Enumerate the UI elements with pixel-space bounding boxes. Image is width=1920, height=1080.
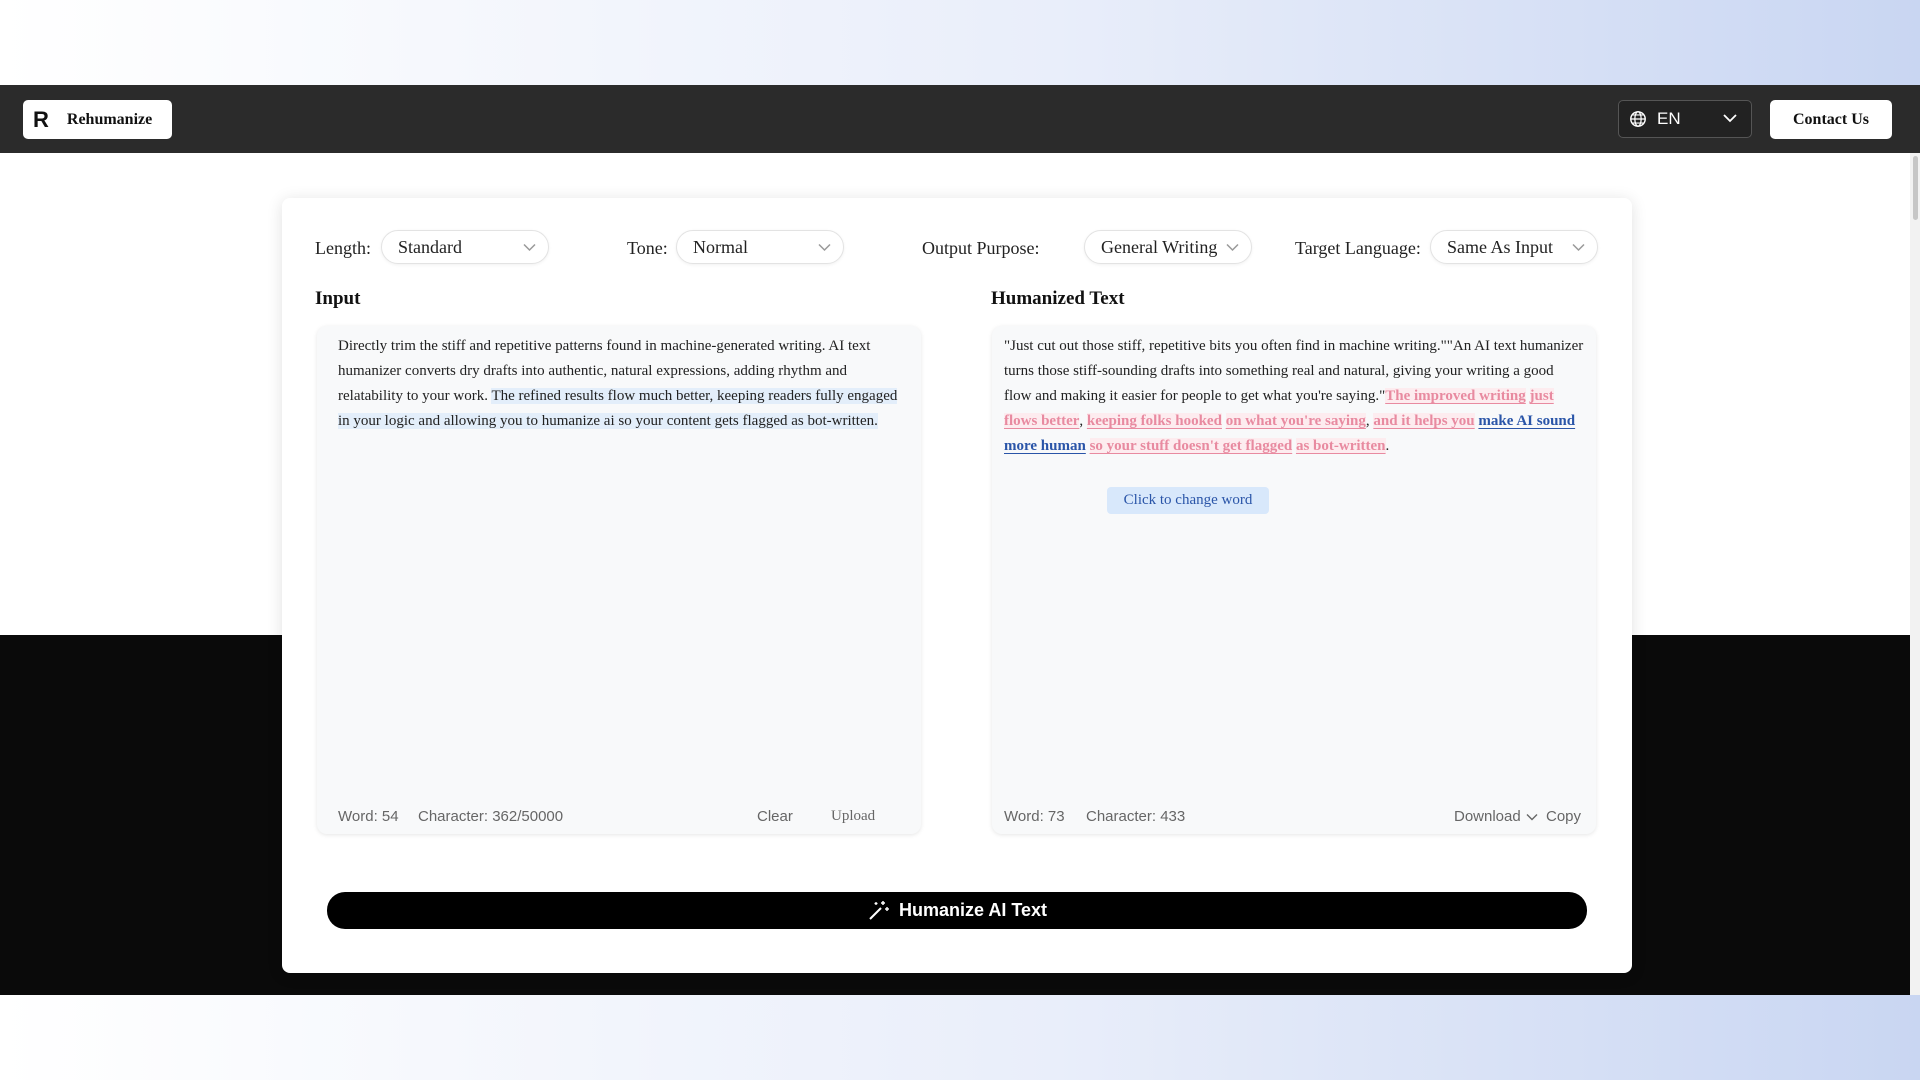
segment[interactable]: so your stuff doesn't get flagged (1089, 438, 1293, 454)
top-navbar: R Rehumanize EN Contact Us (0, 85, 1920, 153)
output-character-count: Character: 433 (1086, 808, 1186, 825)
input-panel: Directly trim the stiff and repetitive p… (317, 326, 921, 834)
segment[interactable]: The improved writing (1385, 388, 1526, 404)
humanized-text: "Just cut out those stiff, repetitive bi… (1004, 338, 1584, 454)
input-character-count: Character: 362/50000 (418, 808, 564, 825)
contact-us-button[interactable]: Contact Us (1770, 100, 1892, 139)
input-title: Input (315, 288, 361, 309)
length-label: Length: (315, 238, 371, 258)
tone-select[interactable]: Normal (676, 230, 844, 264)
output-word-count: Word: 73 (1004, 808, 1065, 825)
chevron-down-icon (1723, 114, 1737, 123)
output-purpose-value: General Writing (1101, 236, 1218, 257)
magic-wand-icon (867, 900, 889, 922)
scrollbar-thumb[interactable] (1913, 156, 1918, 220)
upload-button[interactable]: Upload (831, 808, 875, 825)
tone-label: Tone: (627, 238, 668, 258)
tone-value: Normal (693, 236, 748, 257)
download-button[interactable]: Download (1454, 808, 1538, 825)
output-title: Humanized Text (991, 288, 1125, 309)
target-language-value: Same As Input (1447, 236, 1553, 257)
humanize-button[interactable]: Humanize AI Text (327, 892, 1587, 929)
brand-logo[interactable]: R Rehumanize (23, 100, 172, 139)
humanize-label: Humanize AI Text (898, 900, 1048, 920)
input-textarea[interactable]: Directly trim the stiff and repetitive p… (338, 334, 903, 434)
target-language-select[interactable]: Same As Input (1430, 230, 1598, 264)
logo-icon: R (33, 106, 49, 132)
output-panel: "Just cut out those stiff, repetitive bi… (992, 326, 1596, 834)
brand-name: Rehumanize (66, 110, 153, 128)
segment[interactable]: and it helps you (1373, 413, 1475, 429)
segment[interactable]: keeping folks hooked (1086, 413, 1222, 429)
change-word-tooltip[interactable]: Click to change word (1107, 487, 1269, 514)
input-word-count: Word: 54 (338, 808, 399, 825)
chevron-down-icon (818, 243, 831, 252)
output-purpose-label: Output Purpose: (922, 238, 1040, 258)
segment[interactable]: as bot-written (1295, 438, 1386, 454)
globe-icon (1630, 111, 1646, 127)
output-purpose-select[interactable]: General Writing (1084, 230, 1252, 264)
copy-button[interactable]: Copy (1546, 808, 1581, 825)
language-selector[interactable]: EN (1618, 100, 1752, 138)
humanizer-card: Length: Standard Tone: Normal Output Pur… (282, 198, 1632, 973)
chevron-down-icon (1572, 243, 1585, 252)
segment[interactable]: on what you're saying (1225, 413, 1366, 429)
download-label: Download (1454, 808, 1521, 825)
scrollbar[interactable] (1910, 153, 1920, 995)
length-select[interactable]: Standard (381, 230, 549, 264)
chevron-down-icon (1226, 243, 1239, 252)
clear-button[interactable]: Clear (757, 808, 793, 825)
chevron-down-icon (523, 243, 536, 252)
length-value: Standard (398, 236, 462, 257)
chevron-down-icon (1526, 813, 1538, 820)
language-label: EN (1657, 109, 1681, 128)
target-language-label: Target Language: (1295, 238, 1421, 258)
